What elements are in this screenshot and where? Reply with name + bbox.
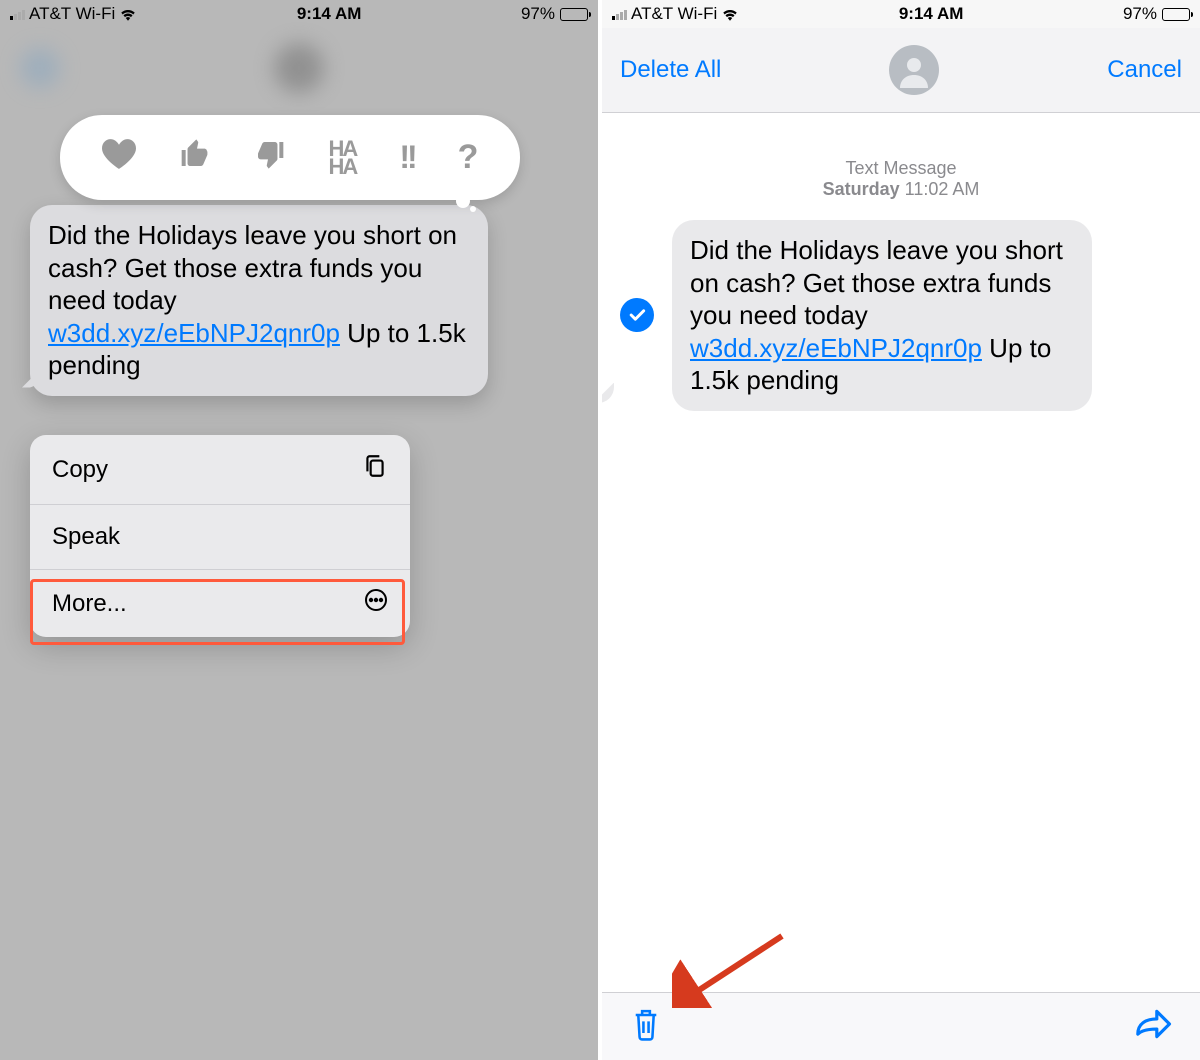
message-link[interactable]: w3dd.xyz/eEbNPJ2qnr0p (48, 318, 340, 348)
message-text-before: Did the Holidays leave you short on cash… (48, 220, 457, 315)
ellipsis-icon (364, 588, 388, 619)
edit-toolbar (602, 992, 1200, 1060)
exclaim-icon[interactable]: !! (399, 139, 414, 176)
speak-label: Speak (52, 523, 120, 551)
wifi-icon (721, 7, 739, 21)
forward-icon[interactable] (1134, 1008, 1172, 1045)
question-icon[interactable]: ? (458, 138, 479, 177)
battery-percent: 97% (1123, 4, 1157, 24)
copy-icon (362, 453, 388, 486)
edit-mode-header: Delete All Cancel (602, 28, 1200, 113)
speak-menu-item[interactable]: Speak (30, 505, 410, 570)
delete-all-button[interactable]: Delete All (620, 56, 721, 84)
trash-icon[interactable] (630, 1006, 662, 1047)
wifi-icon (119, 7, 137, 21)
message-bubble[interactable]: Did the Holidays leave you short on cash… (30, 205, 488, 396)
clock: 9:14 AM (899, 4, 964, 24)
message-bubble[interactable]: Did the Holidays leave you short on cash… (672, 220, 1092, 411)
copy-menu-item[interactable]: Copy (30, 435, 410, 505)
copy-label: Copy (52, 456, 108, 484)
meta-day: Saturday (823, 179, 900, 199)
message-text-before: Did the Holidays leave you short on cash… (690, 235, 1063, 330)
clock: 9:14 AM (297, 4, 362, 24)
cellular-icon (612, 8, 627, 20)
message-meta: Text Message Saturday 11:02 AM (602, 158, 1200, 200)
cancel-button[interactable]: Cancel (1107, 56, 1182, 84)
message-link[interactable]: w3dd.xyz/eEbNPJ2qnr0p (690, 333, 982, 363)
right-screenshot: AT&T Wi-Fi 9:14 AM 97% Delete All Cancel… (602, 0, 1200, 1060)
status-bar: AT&T Wi-Fi 9:14 AM 97% (0, 0, 598, 28)
context-menu: Copy Speak More... (30, 435, 410, 637)
battery-icon (560, 8, 588, 21)
haha-icon[interactable]: HAHA (329, 140, 357, 175)
more-menu-item[interactable]: More... (30, 570, 410, 637)
status-bar: AT&T Wi-Fi 9:14 AM 97% (602, 0, 1200, 28)
carrier-label: AT&T Wi-Fi (29, 4, 115, 24)
selectable-message-row: Did the Holidays leave you short on cash… (602, 220, 1200, 411)
meta-time: 11:02 AM (905, 179, 980, 199)
battery-percent: 97% (521, 4, 555, 24)
heart-icon[interactable] (102, 139, 136, 177)
cellular-icon (10, 8, 25, 20)
blurred-nav-header (0, 28, 598, 108)
battery-icon (1162, 8, 1190, 21)
more-label: More... (52, 590, 127, 618)
selection-checkbox[interactable] (620, 298, 654, 332)
thumbs-up-icon[interactable] (179, 138, 211, 178)
tapback-bar: HAHA !! ? (60, 115, 520, 200)
contact-avatar[interactable] (889, 45, 939, 95)
thumbs-down-icon[interactable] (254, 138, 286, 178)
meta-type: Text Message (602, 158, 1200, 179)
carrier-label: AT&T Wi-Fi (631, 4, 717, 24)
left-screenshot: AT&T Wi-Fi 9:14 AM 97% HAHA !! ? Did the… (0, 0, 598, 1060)
